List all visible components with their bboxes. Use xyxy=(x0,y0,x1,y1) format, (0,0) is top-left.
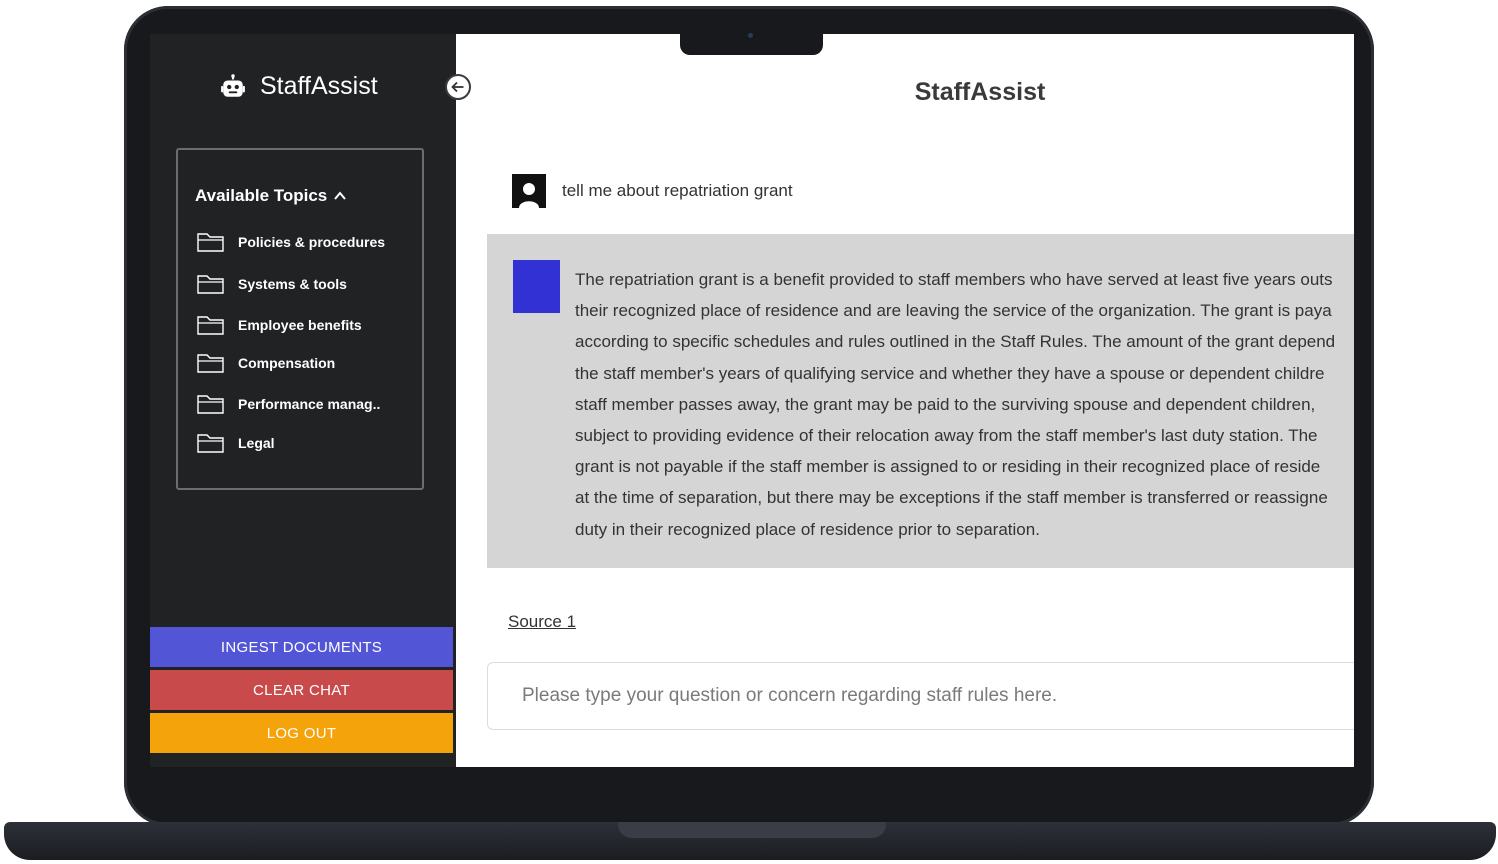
user-message: tell me about repatriation grant xyxy=(512,174,793,208)
topics-title: Available Topics xyxy=(195,186,328,205)
log-out-button[interactable]: LOG OUT xyxy=(150,713,453,753)
bot-message-line: duty in their recognized place of reside… xyxy=(575,519,1040,539)
bot-message-line: staff member passes away, the grant may … xyxy=(575,394,1316,414)
topic-label: Compensation xyxy=(238,355,336,371)
topic-legal[interactable]: Legal xyxy=(196,431,275,455)
bot-message-line: according to specific schedules and rule… xyxy=(575,332,1336,352)
topic-compensation[interactable]: Compensation xyxy=(196,351,335,375)
page-title: StaffAssist xyxy=(914,78,1046,106)
bot-message-line: their recognized place of residence and … xyxy=(575,301,1332,321)
collapse-sidebar-button[interactable] xyxy=(445,74,471,100)
user-icon xyxy=(519,183,539,208)
folder-icon xyxy=(197,354,224,373)
arrow-left-circle-icon xyxy=(451,81,464,93)
bot-message-line: The repatriation grant is a benefit prov… xyxy=(575,270,1333,289)
sidebar: StaffAssist Available Topics Policies & … xyxy=(150,34,456,767)
camera-notch xyxy=(680,30,823,55)
bot-avatar xyxy=(513,260,560,313)
topic-label: Performance manag.. xyxy=(238,396,381,412)
brand-name: StaffAssist xyxy=(260,72,378,100)
folder-icon xyxy=(197,316,224,335)
bot-message: The repatriation grant is a benefit prov… xyxy=(487,234,1354,568)
source-link[interactable]: Source 1 xyxy=(508,612,576,632)
camera-dot xyxy=(748,33,753,38)
bot-message-line: subject to providing evidence of their r… xyxy=(575,426,1318,446)
ingest-documents-button[interactable]: INGEST DOCUMENTS xyxy=(150,627,453,667)
app-screen: StaffAssist Available Topics Policies & … xyxy=(150,34,1354,767)
folder-icon xyxy=(197,233,224,252)
topic-label: Legal xyxy=(238,435,275,451)
folder-icon xyxy=(197,434,224,453)
bot-message-text: The repatriation grant is a benefit prov… xyxy=(575,264,1354,545)
folder-icon xyxy=(197,275,224,294)
topic-label: Employee benefits xyxy=(238,317,362,333)
chat-main: StaffAssist tell me about repatriation g… xyxy=(456,34,1354,767)
chevron-up-icon xyxy=(334,191,347,200)
topic-label: Systems & tools xyxy=(238,276,347,292)
folder-icon xyxy=(197,395,224,414)
robot-icon xyxy=(221,73,245,97)
brand: StaffAssist xyxy=(220,72,378,101)
topic-policies[interactable]: Policies & procedures xyxy=(196,230,385,254)
topic-benefits[interactable]: Employee benefits xyxy=(196,313,362,337)
laptop-base-notch xyxy=(618,822,886,838)
chat-input[interactable] xyxy=(487,662,1354,730)
bot-message-line: grant is not payable if the staff member… xyxy=(575,457,1321,477)
topic-performance[interactable]: Performance manag.. xyxy=(196,392,380,416)
user-message-text: tell me about repatriation grant xyxy=(562,181,793,200)
topic-label: Policies & procedures xyxy=(238,234,386,250)
bot-message-line: at the time of separation, but there may… xyxy=(575,488,1328,508)
bot-message-line: the staff member's years of qualifying s… xyxy=(575,363,1325,383)
topics-panel: Available Topics Policies & procedures S… xyxy=(176,148,424,490)
topics-toggle[interactable]: Available Topics xyxy=(195,186,347,206)
topic-systems[interactable]: Systems & tools xyxy=(196,272,347,296)
user-avatar xyxy=(512,174,546,208)
clear-chat-button[interactable]: CLEAR CHAT xyxy=(150,670,453,710)
